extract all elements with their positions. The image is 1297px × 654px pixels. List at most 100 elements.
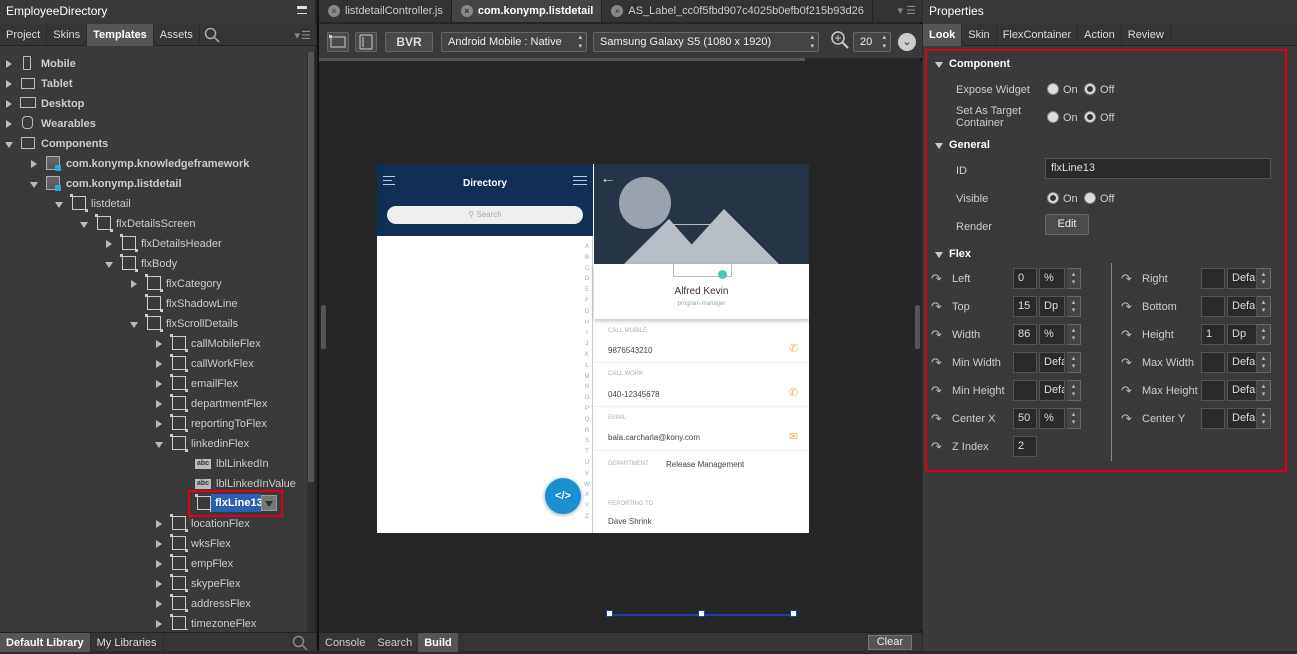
alphabet-letter[interactable]: E (583, 285, 591, 296)
expand-arrow-icon[interactable] (131, 280, 137, 288)
expand-arrow-icon[interactable] (156, 380, 162, 388)
min-height-unit-spinner[interactable]: ▴ ▾ (1067, 380, 1081, 401)
expand-arrow-icon[interactable] (156, 520, 162, 528)
tab-listdetail-form[interactable]: × com.konymp.listdetail (451, 0, 603, 22)
visible-on-radio[interactable] (1047, 192, 1059, 204)
target-container-off-radio[interactable] (1084, 111, 1096, 123)
alphabet-letter[interactable]: Y (583, 501, 591, 512)
expand-arrow-icon[interactable] (156, 360, 162, 368)
phone-icon[interactable]: ✆ (789, 344, 801, 355)
alphabet-letter[interactable]: Z (583, 512, 591, 523)
panel-menu-icon[interactable]: ▾ ☰ (295, 29, 311, 42)
max-height-unit-spinner[interactable]: ▴ ▾ (1257, 380, 1271, 401)
width-value-input[interactable]: 86 (1013, 324, 1037, 345)
height-unit-spinner[interactable]: ▴ ▾ (1257, 324, 1271, 345)
alphabet-letter[interactable]: U (583, 458, 591, 469)
tab-build[interactable]: Build (418, 633, 458, 652)
alphabet-letter[interactable]: T (583, 447, 591, 458)
left-unit-select[interactable]: % (1039, 268, 1065, 289)
resize-handle[interactable] (790, 610, 797, 617)
top-value-input[interactable]: 15 (1013, 296, 1037, 317)
right-unit-select[interactable]: Default (1227, 268, 1257, 289)
general-section-header[interactable]: General (935, 139, 990, 151)
expand-arrow-icon[interactable] (156, 620, 162, 628)
close-icon[interactable]: × (460, 5, 473, 17)
max-height-value-input[interactable] (1201, 380, 1225, 401)
tab-project[interactable]: Project (0, 24, 48, 46)
id-input[interactable]: flxLine13 (1045, 158, 1271, 179)
min-height-unit-select[interactable]: Default (1039, 380, 1065, 401)
tab-as-label[interactable]: × AS_Label_cc0f5fbd907c4025b0efb0f215b93… (602, 0, 873, 22)
alphabet-letter[interactable]: V (583, 469, 591, 480)
expand-arrow-icon[interactable] (156, 420, 162, 428)
alphabet-letter[interactable]: S (583, 436, 591, 447)
flex-section-header[interactable]: Flex (935, 248, 971, 260)
collapse-arrow-icon[interactable] (155, 442, 163, 448)
device-select[interactable]: Samsung Galaxy S5 (1080 x 1920) (593, 32, 819, 52)
tab-overflow-icon[interactable]: ▾ ☰ (898, 4, 916, 17)
max-width-unit-spinner[interactable]: ▴ ▾ (1257, 352, 1271, 373)
center-x-unit-select[interactable]: % (1039, 408, 1065, 429)
filter-sliders-icon[interactable] (573, 174, 587, 186)
expand-arrow-icon[interactable] (6, 80, 12, 88)
tab-listdetail-controller[interactable]: × listdetailController.js (319, 0, 452, 22)
code-fab-button[interactable]: </> (545, 478, 581, 514)
alphabet-letter[interactable]: L (583, 361, 591, 372)
item-dropdown-button[interactable] (261, 495, 277, 511)
alphabet-letter[interactable]: A (583, 242, 591, 253)
z-index-input[interactable]: 2 (1013, 436, 1037, 457)
min-width-unit-select[interactable]: Default (1039, 352, 1065, 373)
device-frame-button[interactable] (355, 32, 377, 52)
render-edit-button[interactable]: Edit (1045, 214, 1089, 235)
zoom-select[interactable]: 20 (853, 32, 891, 52)
tab-templates[interactable]: Templates (87, 24, 154, 46)
expand-arrow-icon[interactable] (106, 240, 112, 248)
width-unit-select[interactable]: % (1039, 324, 1065, 345)
alphabet-letter[interactable]: H (583, 318, 591, 329)
top-unit-select[interactable]: Dp (1039, 296, 1065, 317)
expand-arrow-icon[interactable] (156, 560, 162, 568)
expand-arrow-icon[interactable] (156, 340, 162, 348)
visible-off-radio[interactable] (1084, 192, 1096, 204)
expand-arrow-icon[interactable] (31, 160, 37, 168)
resize-handle[interactable] (606, 610, 613, 617)
alphabet-letter[interactable]: J (583, 339, 591, 350)
tree-scrollbar[interactable] (307, 52, 315, 632)
tab-flexcontainer[interactable]: FlexContainer (997, 24, 1079, 46)
clear-button[interactable]: Clear (867, 635, 912, 650)
alphabet-letter[interactable]: P (583, 404, 591, 415)
alphabet-letter[interactable]: C (583, 264, 591, 275)
alphabet-letter[interactable]: K (583, 350, 591, 361)
top-unit-spinner[interactable]: ▴ ▾ (1067, 296, 1081, 317)
center-y-unit-select[interactable]: Default (1227, 408, 1257, 429)
collapse-arrow-icon[interactable] (5, 142, 13, 148)
alphabet-letter[interactable]: O (583, 393, 591, 404)
alphabet-letter[interactable]: W (583, 480, 591, 491)
left-splitter-handle[interactable] (321, 305, 326, 349)
bottom-unit-select[interactable]: Default (1227, 296, 1257, 317)
expand-arrow-icon[interactable] (6, 120, 12, 128)
search-icon[interactable] (204, 27, 220, 46)
max-height-unit-select[interactable]: Default (1227, 380, 1257, 401)
resize-handle[interactable] (698, 610, 705, 617)
left-unit-spinner[interactable]: ▴ ▾ (1067, 268, 1081, 289)
platform-select[interactable]: Android Mobile : Native (441, 32, 587, 52)
tab-my-libraries[interactable]: My Libraries (91, 633, 164, 652)
phone-icon[interactable]: ✆ (789, 388, 801, 399)
collapse-arrow-icon[interactable] (30, 182, 38, 188)
tree-item-flxline13[interactable]: flxLine13 (211, 494, 263, 512)
collapse-arrow-icon[interactable] (55, 202, 63, 208)
tab-skins[interactable]: Skins (47, 24, 88, 46)
width-unit-spinner[interactable]: ▴ ▾ (1067, 324, 1081, 345)
alphabet-letter[interactable]: X (583, 490, 591, 501)
close-icon[interactable]: × (328, 5, 340, 17)
scrollbar-thumb[interactable] (308, 52, 314, 482)
center-y-unit-spinner[interactable]: ▴ ▾ (1257, 408, 1271, 429)
collapse-arrow-icon[interactable] (80, 222, 88, 228)
screen-mode-button[interactable] (327, 32, 349, 52)
expand-arrow-icon[interactable] (156, 540, 162, 548)
expose-widget-on-radio[interactable] (1047, 83, 1059, 95)
right-value-input[interactable] (1201, 268, 1225, 289)
directory-search-input[interactable]: ⚲ Search (387, 206, 583, 224)
alphabet-letter[interactable]: N (583, 382, 591, 393)
